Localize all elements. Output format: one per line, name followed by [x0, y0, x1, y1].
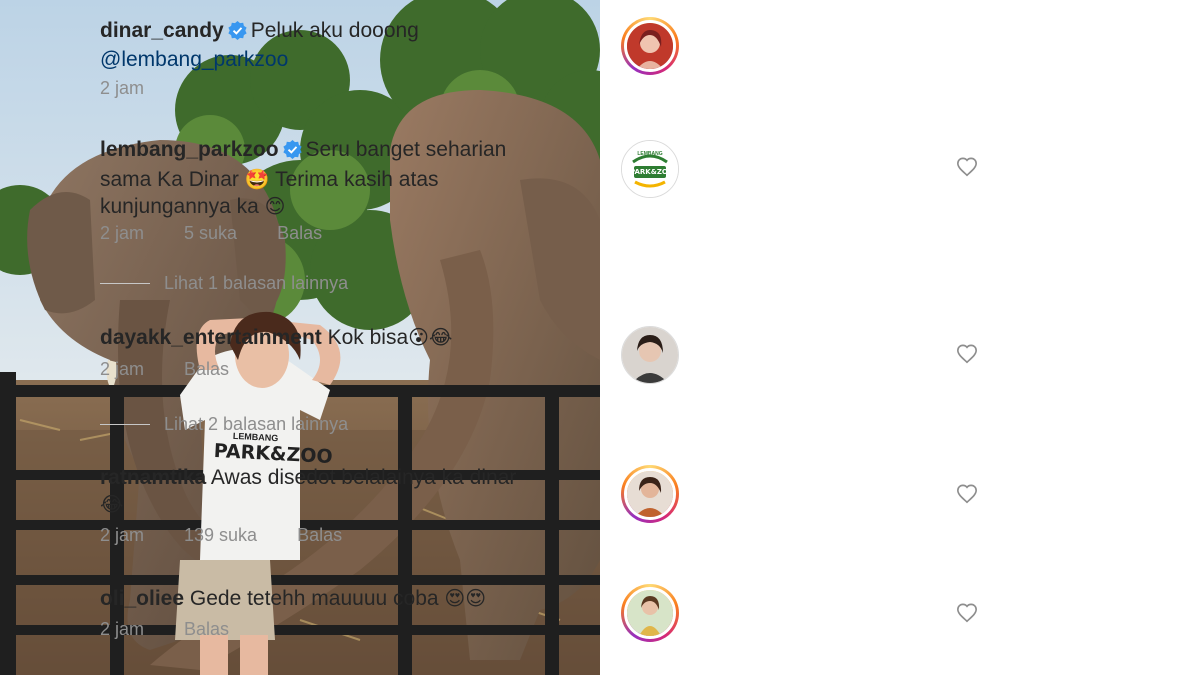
smiling-emoji: 😊 — [264, 194, 286, 218]
view-more-replies[interactable]: Lihat 2 balasan lainnya — [100, 414, 348, 435]
comment-body: Gede tetehh mauuuu coba — [189, 587, 445, 610]
comment-username[interactable]: oli_oliee — [100, 587, 184, 610]
comment-time: 2 jam — [100, 525, 145, 545]
caption-body: Peluk aku dooong — [250, 19, 419, 42]
comment-username[interactable]: lembang_parkzoo — [100, 138, 279, 161]
comments-panel — [600, 0, 1200, 675]
like-heart-icon[interactable] — [956, 602, 978, 624]
comment-time: 2 jam — [100, 359, 145, 379]
reply-button[interactable]: Balas — [297, 525, 342, 546]
surprised-laughing-emoji: 😮😂 — [408, 325, 453, 349]
comment-text: dayakk_entertainment Kok bisa😮😂 — [100, 324, 520, 351]
profile-photo-icon — [622, 327, 678, 383]
caption-username[interactable]: dinar_candy — [100, 19, 224, 42]
comment-username[interactable]: dayakk_entertainment — [100, 326, 322, 349]
like-heart-icon[interactable] — [956, 483, 978, 505]
park-zoo-logo-top: LEMBANG — [637, 151, 663, 157]
comment-meta: 2 jam 139 suka Balas — [100, 525, 382, 546]
avatar-ratnamtika[interactable] — [621, 465, 679, 523]
comment-username[interactable]: ratnamtika — [100, 466, 206, 489]
verified-badge-icon — [228, 21, 247, 47]
heart-eyes-emoji: 😍😍 — [444, 586, 487, 610]
view-replies-label: Lihat 2 balasan lainnya — [164, 414, 349, 434]
view-replies-label: Lihat 1 balasan lainnya — [164, 273, 349, 293]
reply-button[interactable]: Balas — [184, 619, 229, 640]
comment-body: Kok bisa — [327, 326, 409, 349]
comment-meta: 2 jam Balas — [100, 359, 269, 380]
comment-time: 2 jam — [100, 223, 145, 243]
comment-time: 2 jam — [100, 619, 145, 639]
avatar-oli-oliee[interactable] — [621, 584, 679, 642]
comment-text: lembang_parkzoo Seru banget seharian sama… — [100, 137, 520, 220]
profile-photo-icon — [627, 23, 673, 69]
comment-likes[interactable]: 139 suka — [184, 525, 257, 546]
comment-text: ratnamtika Awas disedot belalainya ka di… — [100, 465, 520, 518]
like-heart-icon[interactable] — [956, 156, 978, 178]
like-heart-icon[interactable] — [956, 343, 978, 365]
profile-photo-icon — [627, 471, 673, 517]
comment-body: Awas disedot belalainya ka dinar — [210, 466, 517, 489]
replies-divider — [100, 283, 150, 284]
comment-likes[interactable]: 5 suka — [184, 223, 237, 244]
replies-divider — [100, 424, 150, 425]
shirt-print: LEMBANG PARK&ZOO — [213, 430, 334, 469]
view-more-replies[interactable]: Lihat 1 balasan lainnya — [100, 273, 348, 294]
verified-badge-icon — [282, 140, 302, 166]
caption-time: 2 jam — [100, 78, 145, 98]
star-struck-emoji: 🤩 — [244, 167, 270, 191]
comment-meta: 2 jam Balas — [100, 619, 269, 640]
profile-photo-icon — [627, 590, 673, 636]
avatar-dinar-candy[interactable] — [621, 17, 679, 75]
laughing-emoji: 😂 — [100, 492, 124, 516]
avatar-dayakk-entertainment[interactable] — [621, 326, 679, 384]
shirt-logo-text: PARK&ZOO — [213, 439, 334, 469]
park-zoo-logo-label: PARK&ZOO — [630, 168, 674, 176]
reply-button[interactable]: Balas — [184, 359, 229, 380]
caption-meta: 2 jam — [100, 78, 184, 99]
comment-meta: 2 jam 5 suka Balas — [100, 223, 362, 244]
comment-text: oli_oliee Gede tetehh mauuuu coba 😍😍 — [100, 585, 520, 612]
caption-text: dinar_candy Peluk aku dooong @lembang_par… — [100, 18, 520, 73]
caption-mention[interactable]: @lembang_parkzoo — [100, 48, 288, 71]
reply-button[interactable]: Balas — [277, 223, 322, 244]
